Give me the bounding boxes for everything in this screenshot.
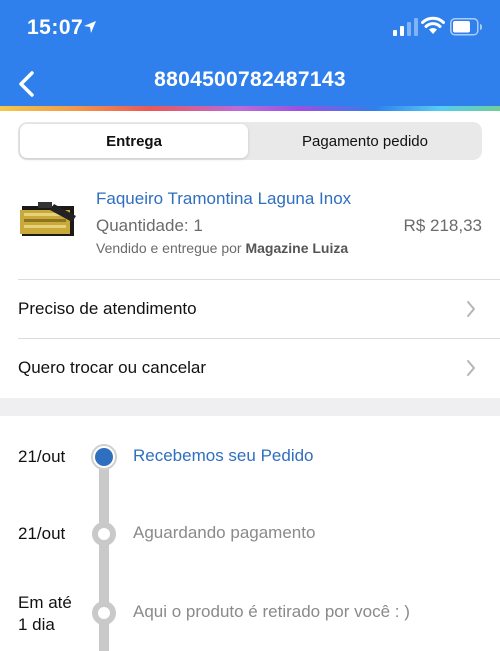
tab-entrega[interactable]: Entrega [20, 124, 248, 158]
cellular-signal-icon [393, 18, 418, 36]
timeline-date: 21/out [18, 524, 66, 543]
seller-name: Magazine Luiza [245, 240, 349, 256]
menu-item-label: Preciso de atendimento [18, 299, 197, 318]
order-number-title: 8804500782487143 [154, 68, 346, 91]
timeline-step-text: Recebemos seu Pedido [133, 446, 314, 465]
timeline-step-text: Aqui o produto é retirado por você : ) [133, 602, 410, 621]
product-quantity: Quantidade: 1 [96, 216, 203, 235]
menu-item-quero-trocar-ou-cancelar[interactable]: Quero trocar ou cancelar [0, 339, 500, 397]
menu-item-label: Quero trocar ou cancelar [18, 358, 207, 377]
product-price: R$ 218,33 [403, 216, 482, 235]
tab-pagamento-pedido[interactable]: Pagamento pedido [250, 124, 480, 158]
chevron-right-icon [467, 360, 475, 376]
timeline-dot [92, 522, 116, 546]
section-separator [0, 398, 500, 416]
status-time: 15:07 [27, 16, 84, 39]
wifi-icon [421, 16, 445, 34]
timeline-dot-active [91, 444, 117, 470]
chevron-right-icon [467, 301, 475, 317]
product-name-link[interactable]: Faqueiro Tramontina Laguna Inox [96, 189, 351, 209]
timeline-dot [92, 601, 116, 625]
segmented-control: Entrega Pagamento pedido [18, 122, 482, 160]
timeline-date: Em até 1 dia [18, 593, 72, 634]
seller-prefix: Vendido e entregue por [96, 240, 246, 256]
app-header: 15:07 8804500782487143 [0, 0, 500, 108]
timeline-step-text: Aguardando pagamento [133, 523, 316, 542]
status-bar: 15:07 [0, 0, 500, 56]
product-seller: Vendido e entregue por Magazine Luiza [96, 240, 348, 256]
product-image[interactable] [18, 196, 78, 242]
location-arrow-icon [84, 21, 96, 33]
rainbow-stripe [0, 106, 500, 111]
timeline-date: 21/out [18, 447, 66, 466]
menu-item-preciso-de-atendimento[interactable]: Preciso de atendimento [0, 280, 500, 338]
battery-icon [450, 18, 482, 36]
